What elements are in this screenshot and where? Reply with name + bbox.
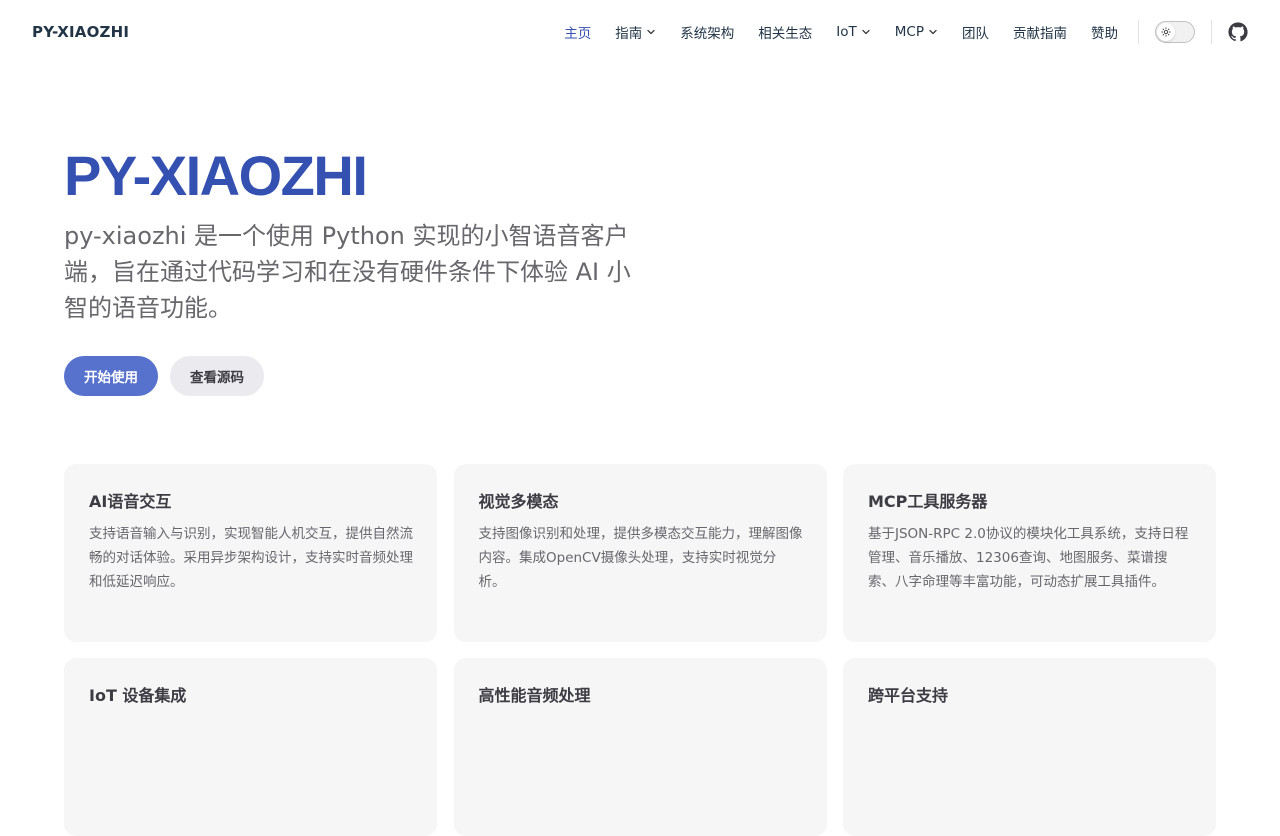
features-grid: AI语音交互支持语音输入与识别，实现智能人机交互，提供自然流畅的对话体验。采用异…	[64, 464, 1216, 836]
feature-details: 支持图像识别和处理，提供多模态交互能力，理解图像内容。集成OpenCV摄像头处理…	[478, 526, 803, 590]
chevron-down-icon	[861, 27, 871, 37]
feature-title: AI语音交互	[89, 492, 172, 511]
nav-item-1[interactable]: 指南	[603, 0, 668, 64]
nav-item-3[interactable]: 相关生态	[746, 0, 824, 64]
feature-card: 跨平台支持	[843, 658, 1216, 836]
feature-card: 视觉多模态支持图像识别和处理，提供多模态交互能力，理解图像内容。集成OpenCV…	[453, 464, 827, 642]
nav-item-label: IoT	[836, 24, 857, 40]
view-source-button[interactable]: 查看源码	[170, 356, 264, 396]
nav-item-2[interactable]: 系统架构	[668, 0, 746, 64]
chevron-down-icon	[928, 27, 938, 37]
navbar: PY-XIAOZHI 主页 指南 系统架构 相关生态 IoT MCP 团队 贡献指南 赞助	[0, 0, 1280, 64]
sun-icon	[1157, 23, 1175, 41]
nav-item-label: 贡献指南	[1013, 26, 1067, 42]
feature-title: 跨平台支持	[868, 686, 949, 705]
nav-divider	[1138, 20, 1139, 44]
feature-details: 基于JSON-RPC 2.0协议的模块化工具系统，支持日程管理、音乐播放、123…	[868, 526, 1189, 590]
feature-card: IoT 设备集成	[64, 658, 437, 836]
github-icon[interactable]	[1220, 14, 1256, 50]
hero-name: PY-XIAOZHI	[64, 144, 368, 207]
nav-item-0[interactable]: 主页	[552, 0, 603, 64]
nav-item-label: 主页	[564, 26, 592, 42]
nav-item-6[interactable]: 团队	[950, 0, 1001, 64]
feature-card: AI语音交互支持语音输入与识别，实现智能人机交互，提供自然流畅的对话体验。采用异…	[64, 464, 437, 642]
feature-title: MCP工具服务器	[868, 492, 988, 511]
site-title[interactable]: PY-XIAOZHI	[32, 23, 129, 41]
nav-item-label: 指南	[615, 26, 643, 42]
nav-item-5[interactable]: MCP	[883, 0, 950, 64]
feature-details: 支持语音输入与识别，实现智能人机交互，提供自然流畅的对话体验。采用异步架构设计，…	[89, 526, 413, 590]
nav-divider-2	[1211, 20, 1212, 44]
hero-tagline: py-xiaozhi 是一个使用 Python 实现的小智语音客户端，旨在通过代…	[64, 222, 631, 322]
hero: PY-XIAOZHI py-xiaozhi 是一个使用 Python 实现的小智…	[64, 140, 664, 396]
feature-card: 高性能音频处理	[453, 658, 827, 836]
feature-title: IoT 设备集成	[89, 686, 187, 705]
feature-title: 视觉多模态	[478, 492, 559, 511]
nav-item-label: 系统架构	[680, 26, 735, 42]
chevron-down-icon	[646, 27, 656, 37]
nav-item-7[interactable]: 贡献指南	[1001, 0, 1079, 64]
nav-item-label: MCP	[894, 24, 924, 40]
nav-menu: 主页 指南 系统架构 相关生态 IoT MCP 团队 贡献指南 赞助	[552, 0, 1130, 64]
hero-actions: 开始使用 查看源码	[64, 356, 664, 396]
nav-item-8[interactable]: 赞助	[1079, 0, 1130, 64]
theme-toggle[interactable]	[1155, 21, 1195, 43]
nav-item-label: 团队	[962, 26, 989, 42]
feature-card: MCP工具服务器基于JSON-RPC 2.0协议的模块化工具系统，支持日程管理、…	[843, 464, 1216, 642]
feature-title: 高性能音频处理	[478, 686, 591, 705]
nav-item-4[interactable]: IoT	[824, 0, 883, 64]
nav-item-label: 赞助	[1091, 26, 1118, 42]
nav-item-label: 相关生态	[758, 26, 813, 42]
get-started-button[interactable]: 开始使用	[64, 356, 158, 396]
